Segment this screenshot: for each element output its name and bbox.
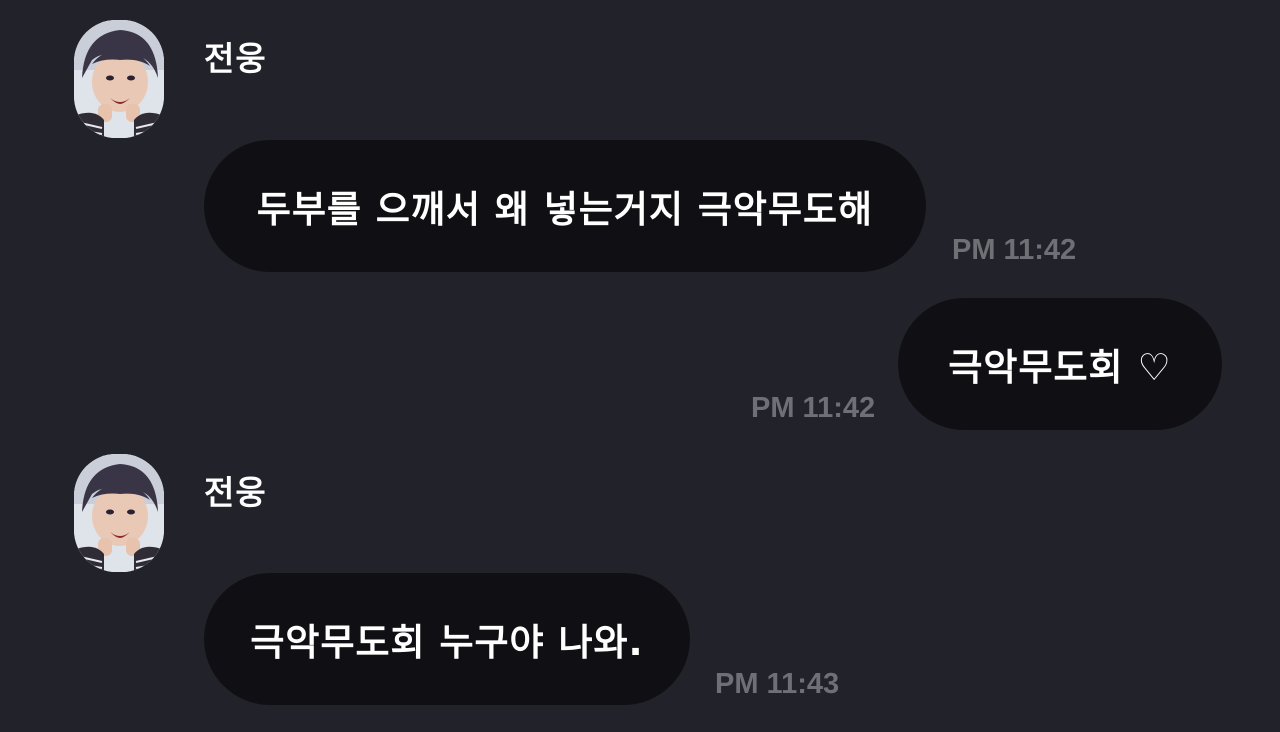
- sender-avatar[interactable]: [74, 20, 164, 138]
- message-text: 극악무도회 ♡: [948, 346, 1172, 389]
- message-bubble-outgoing[interactable]: 극악무도회 ♡: [898, 298, 1222, 430]
- profile-photo-avatar-icon: [74, 20, 164, 138]
- sender-name: 전웅: [204, 473, 267, 512]
- message-bubble-incoming[interactable]: 극악무도회 누구야 나와.: [204, 573, 690, 705]
- profile-photo-avatar-icon: [74, 454, 164, 572]
- message-text: 두부를 으깨서 왜 넣는거지 극악무도해: [256, 188, 874, 231]
- message-timestamp: PM 11:42: [952, 234, 1077, 266]
- message-bubble-incoming[interactable]: 두부를 으깨서 왜 넣는거지 극악무도해: [204, 140, 926, 272]
- message-timestamp: PM 11:43: [715, 668, 840, 700]
- message-timestamp: PM 11:42: [751, 392, 876, 424]
- sender-avatar[interactable]: [74, 454, 164, 572]
- sender-name: 전웅: [204, 39, 267, 78]
- message-text: 극악무도회 누구야 나와.: [250, 621, 644, 664]
